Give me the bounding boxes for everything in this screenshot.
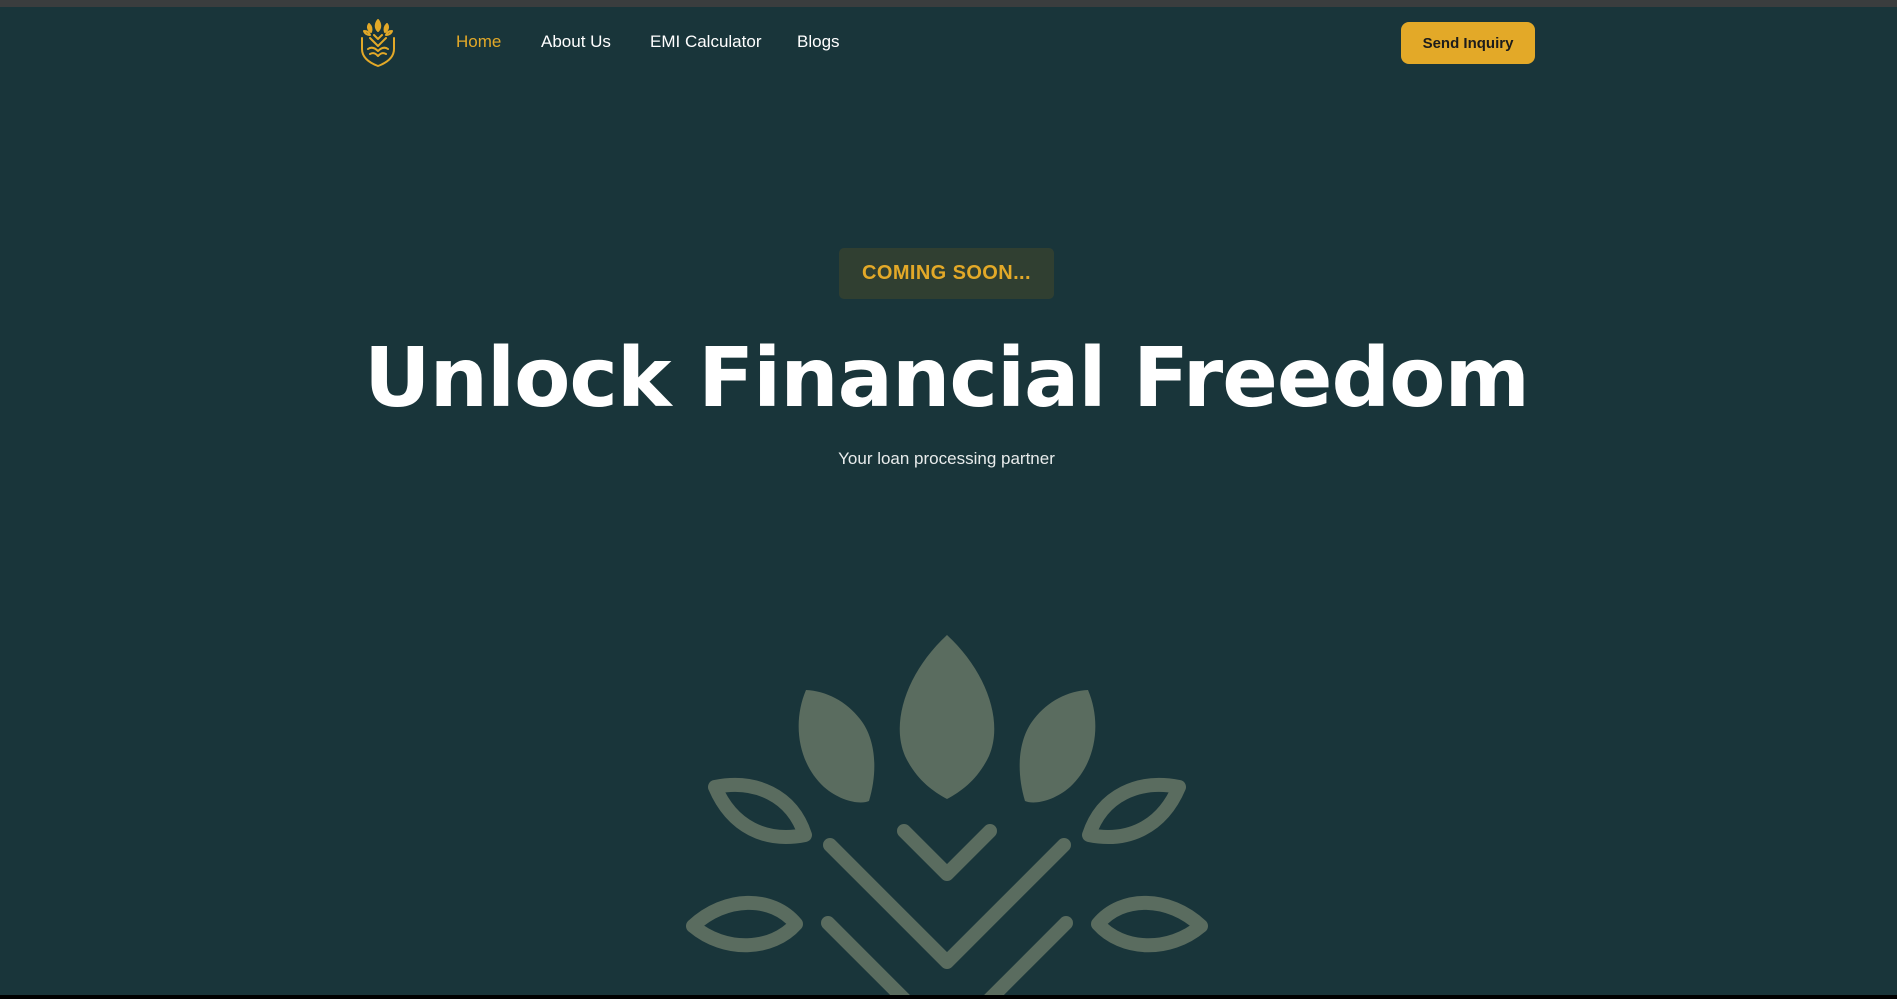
leaf-tree-emblem-icon	[680, 621, 1214, 995]
nav-link-about-us[interactable]: About Us	[541, 31, 611, 53]
nav-link-emi-calculator[interactable]: EMI Calculator	[650, 31, 761, 53]
brand-logo-icon[interactable]	[356, 16, 400, 68]
browser-bottom-strip	[0, 995, 1897, 999]
nav-link-blogs[interactable]: Blogs	[797, 31, 840, 53]
hero-subtitle: Your loan processing partner	[838, 449, 1055, 468]
navbar: Home About Us EMI Calculator Blogs Send …	[0, 7, 1897, 77]
hero-title: Unlock Financial Freedom	[364, 331, 1530, 426]
browser-top-strip	[0, 0, 1897, 7]
send-inquiry-button[interactable]: Send Inquiry	[1401, 22, 1535, 64]
nav-link-home[interactable]: Home	[456, 31, 501, 53]
coming-soon-badge: COMING SOON...	[839, 248, 1054, 299]
page: Home About Us EMI Calculator Blogs Send …	[0, 7, 1897, 995]
